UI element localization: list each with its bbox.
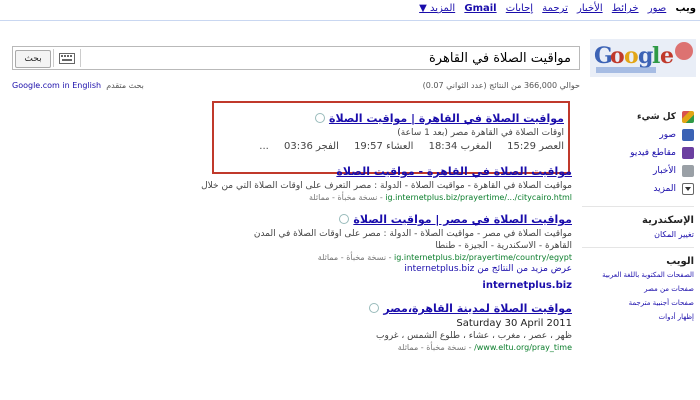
result-title-row: مواقيت الصلاة لمدينة القاهرة،مصر — [122, 297, 572, 316]
preview-magnifier-icon[interactable] — [314, 112, 325, 123]
english-links: Google.com in English بحث متقدم — [12, 81, 144, 90]
english-link[interactable]: Google.com in English — [12, 81, 101, 90]
top-link-gmail[interactable]: Gmail — [464, 3, 496, 14]
result-snippet-2: القاهرة - الاسكندرية - الجيزة - طنطا — [435, 241, 572, 251]
cached-link[interactable]: - نسخة مخبأة - مماثلة — [398, 343, 472, 352]
result-url: www.eltu.org/pray_time/ — [474, 343, 572, 352]
prayer-time: المغرب 18:34 — [428, 141, 492, 152]
prayer-time-more: ... — [259, 141, 269, 152]
top-link-answers[interactable]: إجابات — [506, 3, 533, 14]
result-snippet: مواقيت الصلاة في القاهرة - مواقيت الصلاة… — [201, 181, 572, 191]
sidebar-item-videos[interactable]: مقاطع فيديو — [582, 144, 694, 162]
chevron-glyph-icon — [685, 187, 691, 191]
top-link-web[interactable]: ويب — [675, 3, 696, 14]
search-box[interactable]: مواقيت الصلاة في القاهرة بحث — [12, 46, 580, 70]
change-location-link[interactable]: تغيير المكان — [582, 230, 694, 239]
sidebar-item-label: المزيد — [653, 184, 676, 194]
result-title-link[interactable]: مواقيت الصلاة في القاهرة - مواقيت الصلاة — [336, 165, 572, 178]
sidebar-item-everything[interactable]: كل شيء — [582, 108, 694, 126]
images-icon — [682, 129, 694, 141]
preview-magnifier-icon[interactable] — [339, 213, 350, 224]
result-url-row: www.eltu.org/pray_time/ - نسخة مخبأة - م… — [122, 343, 572, 352]
result-snippet: مواقيت الصلاة في مصر - مواقيت الصلاة - ا… — [253, 229, 572, 239]
search-button[interactable]: بحث — [15, 50, 51, 68]
sidebar-divider — [582, 206, 694, 207]
keyboard-glyph-icon — [59, 52, 75, 64]
prayer-time: العشاء 19:57 — [354, 141, 414, 152]
prayer-time: الفجر 03:36 — [284, 141, 339, 152]
result-stats: حوالي 366,000 من النتائج (عدد الثواني 0.… — [422, 81, 580, 90]
result-title-link[interactable]: مواقيت الصلاة في القاهرة | مواقيت الصلاة — [329, 112, 564, 125]
result-title-link[interactable]: مواقيت الصلاة لمدينة القاهرة،مصر — [383, 302, 572, 315]
preview-magnifier-icon[interactable] — [369, 302, 380, 313]
top-link-translate[interactable]: ترجمة — [542, 3, 568, 14]
result-item: مواقيت الصلاة في القاهرة - مواقيت الصلاة… — [122, 160, 572, 202]
result-url: ig.internetplus.biz/prayertime/country/e… — [394, 253, 572, 262]
google-doodle-logo-icon: G o o g l e — [590, 39, 696, 77]
result-title-row: مواقيت الصلاة في القاهرة - مواقيت الصلاة — [122, 160, 572, 179]
result-title-link[interactable]: مواقيت الصلاة في مصر | مواقيت الصلاة — [353, 213, 572, 226]
prayer-times-row: العصر 15:29 المغرب 18:34 العشاء 19:57 ال… — [130, 141, 564, 152]
result-snippet: أوقات الصلاة في القاهرة مصر (بعد 1 ساعة) — [397, 128, 564, 138]
result-date: Saturday 30 April 2011 — [456, 318, 572, 329]
cached-link[interactable]: - نسخة مخبأة - مماثلة — [309, 193, 383, 202]
top-link-news[interactable]: الأخبار — [577, 3, 603, 14]
result-item: مواقيت الصلاة في مصر | مواقيت الصلاة موا… — [122, 208, 572, 274]
sidebar-item-label: كل شيء — [637, 112, 676, 122]
result-url-row: ig.internetplus.biz/prayertime/.../cityc… — [122, 193, 572, 202]
result-item: مواقيت الصلاة لمدينة القاهرة،مصر Saturda… — [122, 297, 572, 352]
sidebar-item-label: صور — [659, 130, 676, 140]
svg-text:e: e — [660, 43, 674, 69]
keyboard-icon[interactable] — [53, 49, 81, 67]
prayer-time: العصر 15:29 — [507, 141, 564, 152]
chevron-down-icon — [682, 183, 694, 195]
web-heading: الويب — [666, 256, 694, 267]
top-links: ويب صور خرائط الأخبار ترجمة إجابات Gmail… — [413, 3, 696, 14]
result-url: ig.internetplus.biz/prayertime/.../cityc… — [385, 193, 572, 202]
search-input[interactable]: مواقيت الصلاة في القاهرة — [429, 51, 571, 66]
sidebar-item-label: مقاطع فيديو — [630, 148, 676, 158]
sidebar-divider — [582, 247, 694, 248]
web-filter-translated[interactable]: صفحات أجنبية مترجمة — [582, 298, 694, 309]
more-domain-link[interactable]: internetplus.biz — [122, 280, 572, 291]
result-title-row: مواقيت الصلاة في القاهرة | مواقيت الصلاة — [130, 107, 564, 126]
result-item: مواقيت الصلاة في القاهرة | مواقيت الصلاة… — [122, 100, 572, 152]
top-link-images[interactable]: صور — [648, 3, 667, 14]
svg-text:o: o — [610, 43, 625, 69]
advanced-search-link[interactable]: بحث متقدم — [106, 81, 144, 90]
web-filter-egypt[interactable]: صفحات من مصر — [582, 284, 694, 295]
sidebar: كل شيء صور مقاطع فيديو الأخبار المزيد ال… — [582, 108, 694, 323]
search-results: مواقيت الصلاة في القاهرة | مواقيت الصلاة… — [122, 100, 572, 358]
google-logo[interactable]: G o o g l e — [588, 35, 698, 80]
sidebar-item-images[interactable]: صور — [582, 126, 694, 144]
more-results-link[interactable]: عرض مزيد من النتائج من internetplus.biz — [122, 264, 572, 274]
top-divider — [0, 20, 700, 21]
svg-text:o: o — [624, 43, 639, 69]
cached-link[interactable]: - نسخة مخبأة - مماثلة — [318, 253, 392, 262]
sidebar-item-news[interactable]: الأخبار — [582, 162, 694, 180]
result-url-row: ig.internetplus.biz/prayertime/country/e… — [122, 253, 572, 262]
result-title-row: مواقيت الصلاة في مصر | مواقيت الصلاة — [122, 208, 572, 227]
videos-icon — [682, 147, 694, 159]
location-heading: الإسكندرية — [642, 215, 694, 226]
sidebar-item-label: الأخبار — [652, 166, 676, 176]
web-filter-arabic[interactable]: الصفحات المكتوبة باللغة العربية — [582, 270, 694, 281]
result-snippet: ظهر ، عصر ، مغرب ، عشاء ، طلوع الشمس ، غ… — [376, 331, 572, 341]
show-tools-link[interactable]: إظهار أدوات — [582, 312, 694, 323]
top-link-more[interactable]: المزيد ▼ — [419, 3, 455, 14]
top-link-maps[interactable]: خرائط — [612, 3, 639, 14]
everything-icon — [682, 111, 694, 123]
news-icon — [682, 165, 694, 177]
top-navigation-bar: ويب صور خرائط الأخبار ترجمة إجابات Gmail… — [0, 0, 700, 21]
sidebar-item-more[interactable]: المزيد — [582, 180, 694, 198]
